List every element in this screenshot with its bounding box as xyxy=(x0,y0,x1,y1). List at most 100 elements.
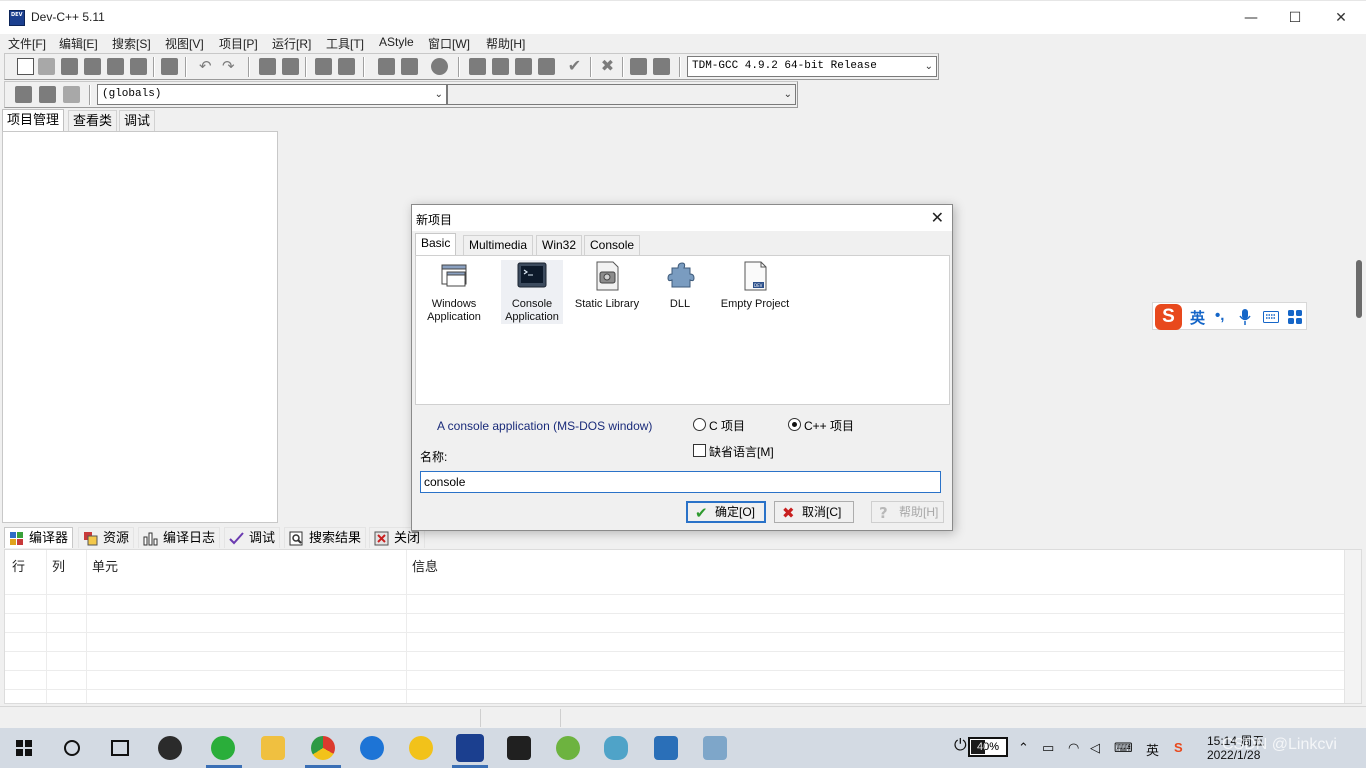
dev-cpp-taskbar-icon[interactable] xyxy=(456,734,484,762)
project-tree[interactable] xyxy=(2,131,278,523)
toggle-bookmark-icon[interactable] xyxy=(39,86,56,103)
tab-debug-output[interactable]: 调试 xyxy=(224,527,281,548)
compile-run-icon[interactable] xyxy=(515,58,532,75)
battery-indicator[interactable]: 40% xyxy=(968,737,1008,757)
column-header-col[interactable]: 列 xyxy=(52,556,65,575)
template-console-application[interactable]: Console Application xyxy=(501,260,563,324)
default-language-checkbox[interactable] xyxy=(693,444,706,457)
wifi-icon[interactable]: ◠ xyxy=(1068,740,1079,756)
column-header-message[interactable]: 信息 xyxy=(412,556,438,575)
insert-icon[interactable] xyxy=(15,86,32,103)
chevron-up-icon[interactable]: ⌃ xyxy=(1018,740,1029,756)
menu-project[interactable]: 项目[P] xyxy=(219,35,258,52)
menu-window[interactable]: 窗口[W] xyxy=(428,35,470,52)
menu-view[interactable]: 视图[V] xyxy=(165,35,204,52)
grid-icon[interactable] xyxy=(1288,310,1302,324)
close-icon[interactable]: ✕ xyxy=(931,208,944,227)
tab-search-results[interactable]: 搜索结果 xyxy=(284,527,367,548)
sogou-tray-icon[interactable]: S xyxy=(1174,740,1183,755)
undo-icon[interactable]: ↶ xyxy=(199,58,216,75)
menu-tools[interactable]: 工具[T] xyxy=(326,35,364,52)
goto-line-icon[interactable] xyxy=(315,58,332,75)
sogou-logo-icon[interactable]: S xyxy=(1155,304,1182,330)
menu-search[interactable]: 搜索[S] xyxy=(112,35,151,52)
menu-file[interactable]: 文件[F] xyxy=(8,35,46,52)
compiler-messages-table[interactable]: 行 列 单元 信息 xyxy=(4,549,1362,704)
ime-language[interactable]: 英 xyxy=(1190,307,1205,328)
symbol-select[interactable]: ⌄ xyxy=(447,84,796,105)
wechat-icon[interactable] xyxy=(211,736,235,760)
ime-punctuation[interactable]: •, xyxy=(1215,307,1224,324)
open-file-icon[interactable] xyxy=(38,58,55,75)
menu-run[interactable]: 运行[R] xyxy=(272,35,311,52)
mic-icon[interactable] xyxy=(1239,309,1251,325)
tab-win32[interactable]: Win32 xyxy=(536,235,583,255)
goto-bookmark-icon[interactable] xyxy=(63,86,80,103)
search-icon[interactable] xyxy=(64,740,80,756)
cloud-app-icon[interactable] xyxy=(604,736,628,760)
profile-icon[interactable] xyxy=(630,58,647,75)
tab-multimedia[interactable]: Multimedia xyxy=(463,235,534,255)
find-icon[interactable] xyxy=(259,58,276,75)
cancel-button[interactable]: ✖ 取消[C] xyxy=(774,501,854,523)
menu-astyle[interactable]: AStyle xyxy=(379,35,414,49)
column-header-line[interactable]: 行 xyxy=(12,556,25,575)
project-name-input[interactable]: console xyxy=(420,471,941,493)
add-app-icon[interactable] xyxy=(409,736,433,760)
tab-compile-log[interactable]: 编译日志 xyxy=(138,527,221,548)
scroll-grip[interactable] xyxy=(1356,260,1362,318)
power-plug-icon[interactable]: ⏻ xyxy=(954,737,967,755)
close-window-button[interactable]: ✕ xyxy=(1318,1,1364,35)
close-file-icon[interactable] xyxy=(107,58,124,75)
close-all-icon[interactable] xyxy=(130,58,147,75)
tab-debug[interactable]: 调试 xyxy=(119,110,156,131)
help-button[interactable]: ? 帮助[H] xyxy=(871,501,944,523)
template-dll[interactable]: DLL xyxy=(649,260,711,311)
new-file-icon[interactable] xyxy=(17,58,34,75)
tab-resources[interactable]: 资源 xyxy=(78,527,135,548)
tab-project-manager[interactable]: 项目管理 xyxy=(2,109,65,131)
redo-icon[interactable]: ↷ xyxy=(222,58,239,75)
feather-app-icon[interactable] xyxy=(507,736,531,760)
network-device-icon[interactable]: ▭ xyxy=(1042,740,1054,756)
ime-lang-indicator[interactable]: 英 xyxy=(1146,740,1159,759)
maximize-button[interactable]: ☐ xyxy=(1272,1,1318,35)
tab-class-browser[interactable]: 查看类 xyxy=(68,110,118,131)
image-app-icon[interactable] xyxy=(703,736,727,760)
scope-select[interactable]: (globals) ⌄ xyxy=(97,84,447,105)
compile-icon[interactable] xyxy=(469,58,486,75)
menu-edit[interactable]: 编辑[E] xyxy=(59,35,98,52)
template-static-library[interactable]: Static Library xyxy=(571,260,643,311)
vertical-scrollbar[interactable] xyxy=(1344,550,1361,703)
rebuild-icon[interactable] xyxy=(538,58,555,75)
c-project-radio[interactable] xyxy=(693,418,706,431)
stop-icon[interactable]: ✖ xyxy=(599,58,616,75)
column-header-unit[interactable]: 单元 xyxy=(92,556,118,575)
keyboard-icon[interactable]: ⌨ xyxy=(1114,740,1133,756)
file-explorer-icon[interactable] xyxy=(261,736,285,760)
tab-compiler[interactable]: 编译器 xyxy=(4,527,74,548)
cpp-project-radio[interactable] xyxy=(788,418,801,431)
minimize-button[interactable]: — xyxy=(1228,1,1274,35)
compiler-select[interactable]: TDM-GCC 4.9.2 64-bit Release ⌄ xyxy=(687,56,937,77)
pinwheel-app-icon[interactable] xyxy=(158,736,182,760)
panel-app-icon[interactable] xyxy=(654,736,678,760)
delete-profile-icon[interactable] xyxy=(653,58,670,75)
save-all-icon[interactable] xyxy=(84,58,101,75)
print-icon[interactable] xyxy=(161,58,178,75)
project-options-icon[interactable] xyxy=(431,58,448,75)
search-app-icon[interactable] xyxy=(360,736,384,760)
template-windows-application[interactable]: Windows Application xyxy=(423,260,485,324)
replace-icon[interactable] xyxy=(282,58,299,75)
remove-from-project-icon[interactable] xyxy=(401,58,418,75)
add-to-project-icon[interactable] xyxy=(378,58,395,75)
task-view-icon[interactable] xyxy=(111,740,129,756)
tab-console[interactable]: Console xyxy=(584,235,641,255)
windows-start-icon[interactable] xyxy=(16,740,32,756)
volume-icon[interactable]: ◁ xyxy=(1090,740,1100,756)
ok-button[interactable]: ✔ 确定[O] xyxy=(686,501,766,523)
media-app-icon[interactable] xyxy=(556,736,580,760)
keyboard-icon[interactable] xyxy=(1263,311,1279,323)
tab-basic[interactable]: Basic xyxy=(415,233,457,256)
template-empty-project[interactable]: DEV Empty Project xyxy=(719,260,791,311)
